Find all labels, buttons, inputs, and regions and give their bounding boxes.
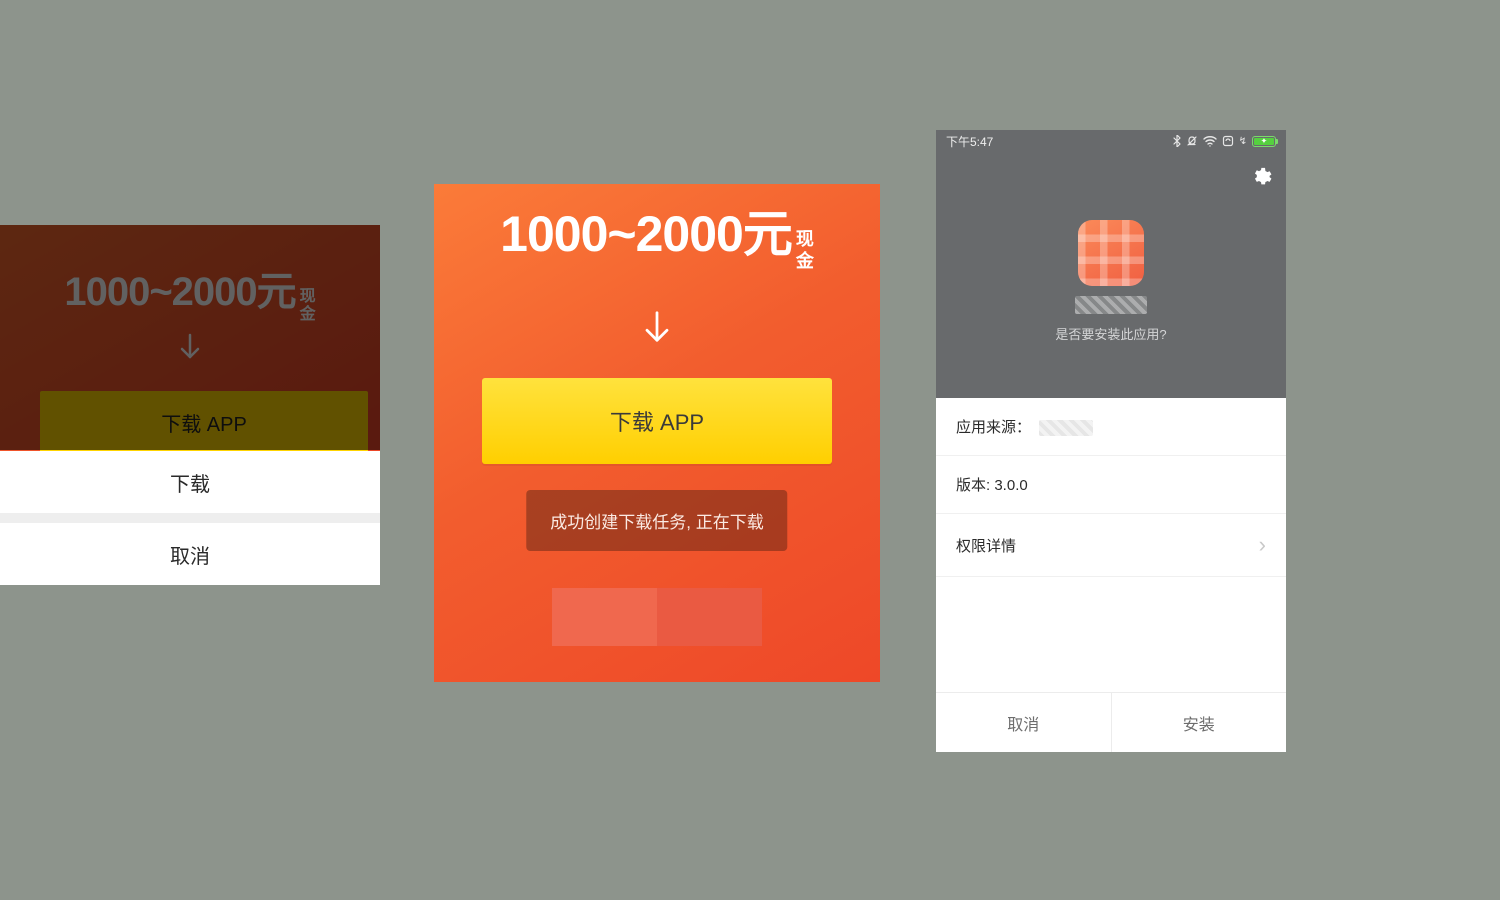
promo-headline-suffix: 现 金 xyxy=(796,228,814,272)
status-bar: 下午5:47 xyxy=(936,130,1286,152)
row-app-source: 应用来源： xyxy=(936,398,1286,456)
rotation-lock-icon xyxy=(1222,135,1234,147)
action-sheet: 下载 取消 xyxy=(0,451,380,585)
action-sheet-separator xyxy=(0,513,380,523)
action-sheet-download[interactable]: 下载 xyxy=(0,451,380,513)
row-permissions-label: 权限详情 xyxy=(956,535,1016,556)
status-time: 下午5:47 xyxy=(946,133,993,150)
download-toast-message: 成功创建下载任务, 正在下载 xyxy=(550,513,763,532)
row-version: 版本: 3.0.0 xyxy=(936,456,1286,514)
mute-icon xyxy=(1186,135,1198,147)
obscured-block xyxy=(657,588,762,646)
gear-icon[interactable] xyxy=(1250,166,1272,188)
row-app-source-value-obscured xyxy=(1039,420,1093,436)
screen-downloading-toast: 1000~2000元 现 金 下载 APP 成功创建下载任务, 正在下载 xyxy=(434,184,880,682)
installer-footer: 取消 安装 xyxy=(936,692,1286,752)
action-sheet-download-label: 下载 xyxy=(170,468,210,497)
row-version-label: 版本: xyxy=(956,477,994,494)
install-button-label: 安装 xyxy=(1183,717,1215,734)
cancel-button-label: 取消 xyxy=(1007,717,1039,734)
screen-install-confirm: 下午5:47 xyxy=(936,130,1286,752)
app-name-obscured xyxy=(1075,296,1147,314)
obscured-block xyxy=(552,588,657,646)
obscured-content xyxy=(552,588,762,646)
modal-backdrop xyxy=(0,225,380,450)
row-version-value: 3.0.0 xyxy=(994,477,1027,494)
download-app-button-label: 下载 APP xyxy=(610,405,704,437)
installer-header: 下午5:47 xyxy=(936,130,1286,398)
promo-headline-suffix-bottom: 金 xyxy=(796,250,814,272)
action-sheet-cancel-label: 取消 xyxy=(170,540,210,569)
chevron-right-icon: › xyxy=(1259,532,1266,558)
action-sheet-cancel[interactable]: 取消 xyxy=(0,523,380,585)
promo-headline-suffix-top: 现 xyxy=(796,228,814,250)
promo-headline-amount: 1000~2000元 xyxy=(500,194,792,266)
bluetooth-icon xyxy=(1173,135,1181,147)
promo-headline: 1000~2000元 现 金 xyxy=(434,194,880,278)
install-prompt-text: 是否要安装此应用? xyxy=(936,324,1286,343)
row-app-source-label: 应用来源： xyxy=(956,419,1031,436)
app-icon xyxy=(1078,220,1144,286)
download-app-button[interactable]: 下载 APP xyxy=(482,378,832,464)
cancel-button[interactable]: 取消 xyxy=(936,693,1111,752)
charging-icon: ↯ xyxy=(1239,136,1247,147)
arrow-down-icon xyxy=(434,310,880,348)
status-indicators: ↯ ✦ xyxy=(1173,135,1276,147)
row-permissions[interactable]: 权限详情 › xyxy=(936,514,1286,577)
battery-icon: ✦ xyxy=(1252,136,1276,147)
install-button[interactable]: 安装 xyxy=(1112,693,1287,752)
wifi-icon xyxy=(1203,136,1217,147)
screen-download-prompt: 1000~2000元 现 金 下载 APP 下载 取消 xyxy=(0,225,380,585)
download-toast: 成功创建下载任务, 正在下载 xyxy=(526,490,787,551)
